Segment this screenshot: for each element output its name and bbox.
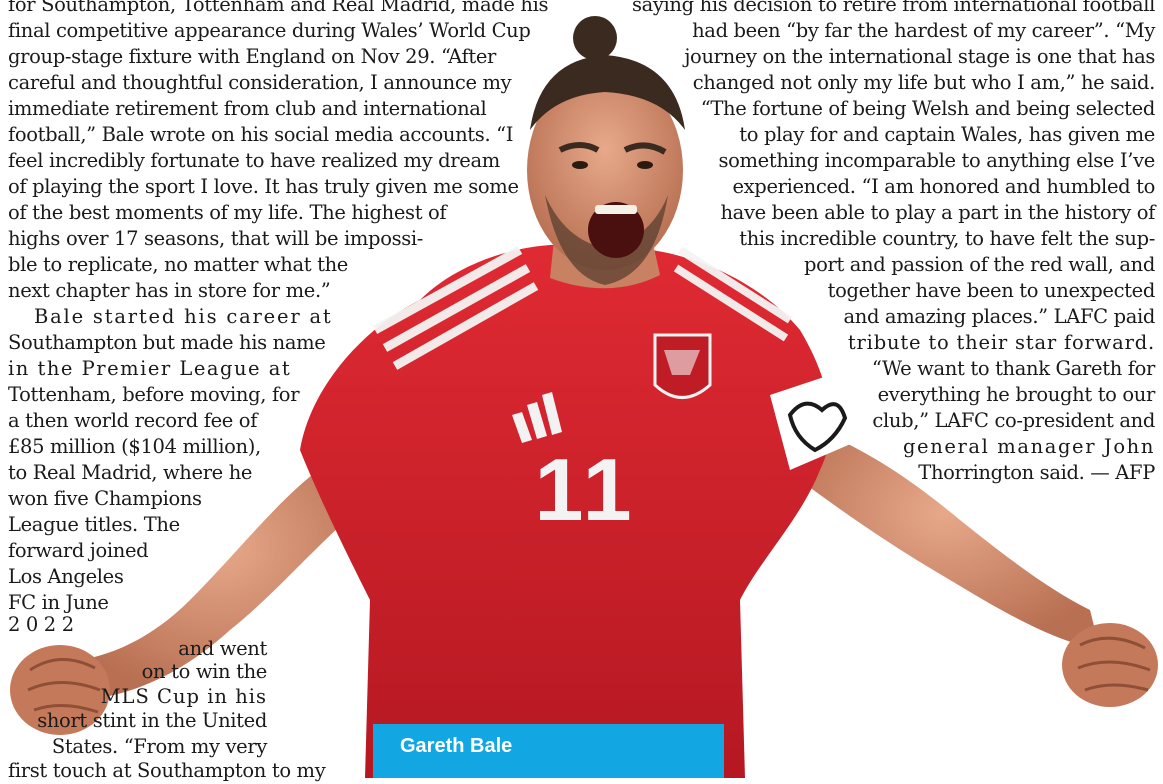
left-line-6: football,” Bale wrote on his social medi… — [8, 123, 514, 146]
right-line-15: “We want to thank Gareth for — [871, 357, 1155, 380]
left-line-8: of playing the sport I love. It has trul… — [8, 175, 519, 198]
left-line-7: feel incredibly fortunate to have realiz… — [8, 149, 500, 172]
left-line-3: group-stage fixture with England on Nov … — [8, 45, 497, 68]
left-line-14: Southampton but made his name — [8, 331, 326, 354]
left-line-30: States. “From my very — [51, 735, 267, 758]
left-line-17: a then world record fee of — [8, 409, 258, 432]
left-line-9: of the best moments of my life. The high… — [8, 201, 447, 224]
right-line-5: “The fortune of being Welsh and being se… — [700, 97, 1156, 120]
left-line-5: immediate retirement from club and inter… — [8, 97, 487, 120]
right-line-12: together have been to unexpected — [827, 279, 1156, 302]
left-line-27: on to win the — [141, 660, 268, 683]
left-line-13: Bale started his career at — [34, 305, 333, 328]
right-line-3: journey on the international stage is on… — [684, 45, 1155, 68]
left-line-15: in the Premier League at — [8, 357, 292, 380]
left-line-10: highs over 17 seasons, that will be impo… — [8, 227, 424, 250]
right-line-4: changed not only my life but who I am,” … — [692, 71, 1156, 94]
left-line-20: won five Champions — [8, 487, 202, 510]
right-line-10: this incredible country, to have felt th… — [739, 227, 1155, 250]
right-line-18: general manager John — [902, 435, 1155, 458]
right-line-19: Thorrington said. — AFP — [918, 461, 1155, 484]
right-line-11: port and passion of the red wall, and — [803, 253, 1155, 276]
left-line-21: League titles. The — [8, 513, 180, 536]
left-line-29: short stint in the United — [37, 709, 267, 732]
left-line-18: £85 million ($104 million), — [8, 435, 261, 458]
right-line-7: something incomparable to anything else … — [718, 149, 1155, 172]
photo-caption: Gareth Bale — [400, 735, 513, 757]
right-line-2: had been “by far the hardest of my caree… — [692, 19, 1155, 42]
left-line-16: Tottenham, before moving, for — [8, 383, 300, 406]
right-line-16: everything he brought to our — [877, 383, 1156, 406]
right-line-17: club,” LAFC co-president and — [872, 409, 1155, 432]
left-line-22: forward joined — [8, 539, 149, 562]
left-line-31: first touch at Southampton to my — [8, 759, 326, 782]
right-line-8: experienced. “I am honored and humbled t… — [732, 175, 1155, 198]
right-line-14: tribute to their star forward. — [847, 331, 1155, 354]
right-line-9: have been able to play a part in the his… — [720, 201, 1155, 224]
left-line-12: next chapter has in store for me.” — [8, 279, 331, 302]
left-line-19: to Real Madrid, where he — [8, 461, 253, 484]
left-line-1: for Southampton, Tottenham and Real Madr… — [8, 0, 549, 16]
left-line-23: Los Angeles — [8, 565, 124, 588]
right-fist — [1062, 623, 1158, 707]
left-line-11: ble to replicate, no matter what the — [8, 253, 348, 276]
right-line-1: saying his decision to retire from inter… — [631, 0, 1155, 16]
left-line-2: final competitive appearance during Wale… — [8, 19, 531, 42]
left-line-28: MLS Cup in his — [100, 685, 267, 708]
left-line-25: 2 0 2 2 — [8, 613, 74, 636]
shirt-number: 11 — [534, 440, 635, 539]
left-line-4: careful and thoughtful consideration, I … — [8, 71, 512, 94]
right-line-6: to play for and captain Wales, has given… — [739, 123, 1155, 146]
right-line-13: and amazing places.” LAFC paid — [843, 305, 1155, 328]
